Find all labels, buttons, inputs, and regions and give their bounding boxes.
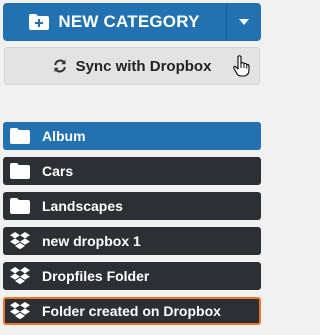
- sync-label: Sync with Dropbox: [75, 57, 212, 75]
- category-item-landscapes[interactable]: Landscapes: [3, 192, 261, 220]
- sync-dropbox-button[interactable]: Sync with Dropbox: [4, 47, 260, 85]
- new-category-label: NEW CATEGORY: [58, 12, 200, 31]
- new-category-dropdown-toggle[interactable]: [227, 3, 261, 41]
- dropbox-icon: [10, 232, 32, 250]
- folder-icon: [10, 198, 32, 214]
- category-item-folder-created-on-dropbox[interactable]: Folder created on Dropbox: [3, 297, 261, 325]
- sync-icon: [53, 59, 66, 73]
- category-label: Dropfiles Folder: [42, 268, 150, 284]
- folder-plus-icon: [29, 14, 50, 30]
- category-label: new dropbox 1: [42, 233, 141, 249]
- dropbox-icon: [10, 302, 32, 320]
- caret-down-icon: [239, 19, 249, 25]
- category-label: Landscapes: [42, 198, 123, 214]
- category-item-album[interactable]: Album: [3, 122, 261, 150]
- new-category-button[interactable]: NEW CATEGORY: [3, 3, 227, 41]
- category-item-cars[interactable]: Cars: [3, 157, 261, 185]
- category-label: Folder created on Dropbox: [42, 303, 221, 319]
- folder-icon: [10, 163, 32, 179]
- new-category-button-group: NEW CATEGORY: [3, 3, 261, 41]
- category-label: Cars: [42, 163, 74, 179]
- category-list: Album Cars Landscapes new dropbox 1 Drop…: [3, 122, 261, 332]
- category-item-new-dropbox-1[interactable]: new dropbox 1: [3, 227, 261, 255]
- folder-icon: [10, 128, 32, 144]
- dropbox-icon: [10, 267, 32, 285]
- category-label: Album: [42, 128, 86, 144]
- hand-cursor-icon: [233, 55, 250, 77]
- category-item-dropfiles-folder[interactable]: Dropfiles Folder: [3, 262, 261, 290]
